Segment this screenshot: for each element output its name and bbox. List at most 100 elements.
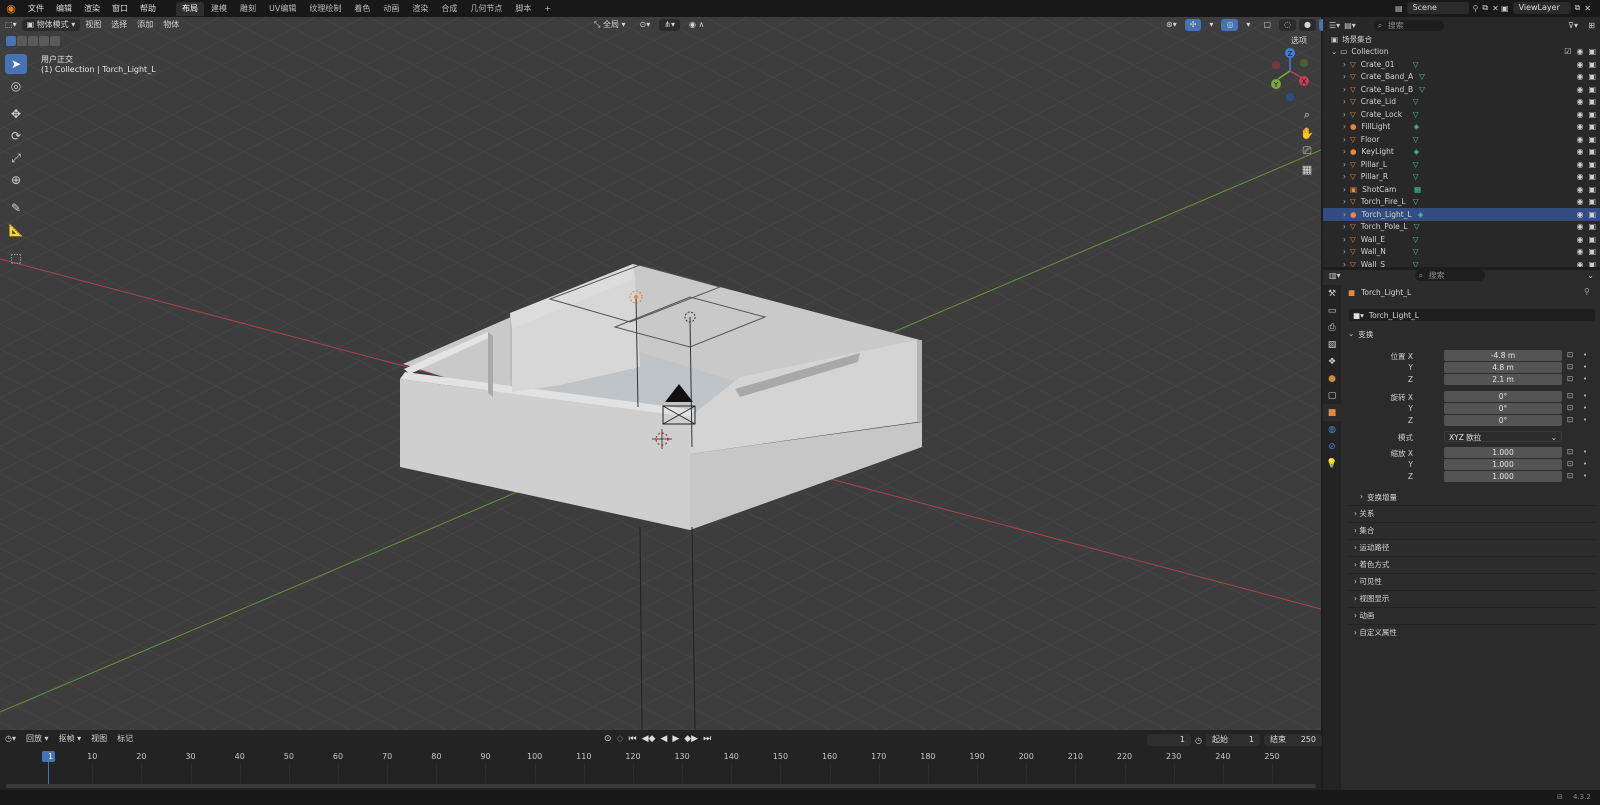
keyframe-dot-icon[interactable]: •: [1583, 375, 1587, 383]
keyframe-icon[interactable]: ◇: [617, 734, 624, 744]
outliner-item[interactable]: › ▽ Pillar_R ▽ ◉ ▣: [1323, 171, 1600, 184]
keyframe-dot-icon[interactable]: •: [1583, 363, 1587, 371]
eye-icon[interactable]: ◉: [1576, 147, 1583, 156]
scale-tool[interactable]: ⤢: [5, 148, 27, 168]
pan-button[interactable]: ✋: [1297, 124, 1317, 142]
lock-icon[interactable]: ⊡: [1567, 391, 1573, 400]
location-x-field[interactable]: -4.8 m: [1444, 350, 1562, 361]
eye-icon[interactable]: ◉: [1576, 222, 1583, 231]
play-reverse-icon[interactable]: ◀: [660, 734, 667, 744]
expand-arrow-icon[interactable]: ›: [1343, 60, 1346, 69]
expand-arrow-icon[interactable]: ›: [1343, 160, 1346, 169]
camera-render-icon[interactable]: ▣: [1588, 185, 1596, 194]
workspace-tab-geometry-nodes[interactable]: 几何节点: [464, 2, 508, 16]
pin-icon[interactable]: ⚲: [1473, 4, 1479, 13]
outliner-item[interactable]: › ▽ Torch_Fire_L ▽ ◉ ▣: [1323, 196, 1600, 209]
eye-icon[interactable]: ◉: [1576, 185, 1583, 194]
snap-toggle[interactable]: ⋔▾: [659, 19, 680, 31]
outliner-item[interactable]: › ▽ Crate_Lid ▽ ◉ ▣: [1323, 96, 1600, 109]
eye-icon[interactable]: ◉: [1576, 47, 1583, 56]
shading-wireframe[interactable]: ◌: [1279, 19, 1296, 31]
camera-render-icon[interactable]: ▣: [1588, 160, 1596, 169]
tool-tab[interactable]: ⚒: [1323, 285, 1341, 302]
expand-arrow-icon[interactable]: ›: [1343, 122, 1346, 131]
delta-transform-subpanel[interactable]: › 变换增量: [1360, 492, 1397, 503]
scale-y-field[interactable]: 1.000: [1444, 459, 1562, 470]
start-frame-field[interactable]: 起始 1: [1205, 734, 1260, 746]
eye-icon[interactable]: ◉: [1576, 197, 1583, 206]
scene-collection-row[interactable]: ▣ 场景集合: [1323, 33, 1600, 46]
delete-scene-icon[interactable]: ✕: [1492, 4, 1499, 13]
outliner-item[interactable]: › ▽ Wall_S ▽ ◉ ▣: [1323, 258, 1600, 267]
expand-arrow-icon[interactable]: ›: [1343, 97, 1346, 106]
keyframe-dot-icon[interactable]: •: [1583, 472, 1587, 480]
camera-render-icon[interactable]: ▣: [1588, 222, 1596, 231]
workspace-tab-animation[interactable]: 动画: [377, 2, 405, 16]
camera-render-icon[interactable]: ▣: [1588, 135, 1596, 144]
outliner-item[interactable]: › ▽ Crate_Band_B ▽ ◉ ▣: [1323, 83, 1600, 96]
expand-arrow-icon[interactable]: ›: [1343, 172, 1346, 181]
outliner-item[interactable]: › ▽ Crate_Lock ▽ ◉ ▣: [1323, 108, 1600, 121]
scene-tab[interactable]: ❖: [1323, 353, 1341, 370]
camera-render-icon[interactable]: ▣: [1588, 85, 1596, 94]
perspective-toggle-button[interactable]: ▦: [1297, 160, 1317, 178]
rotation-y-field[interactable]: 0°: [1444, 403, 1562, 414]
scale-z-field[interactable]: 1.000: [1444, 471, 1562, 482]
lock-icon[interactable]: ⊡: [1567, 447, 1573, 456]
expand-arrow-icon[interactable]: ⌄: [1331, 47, 1337, 56]
property-panel[interactable]: › 运动路径: [1348, 539, 1596, 554]
eye-icon[interactable]: ◉: [1576, 110, 1583, 119]
lock-icon[interactable]: ⊡: [1567, 350, 1573, 359]
object-datablock-field[interactable]: ■▾ Torch_Light_L: [1349, 309, 1595, 321]
data-tab[interactable]: 💡: [1323, 455, 1341, 472]
menu-edit[interactable]: 编辑: [50, 0, 78, 17]
properties-search-input[interactable]: ⌕ 搜索: [1414, 270, 1485, 281]
menu-render[interactable]: 渲染: [78, 0, 106, 17]
workspace-tab-shading[interactable]: 着色: [348, 2, 376, 16]
outliner-item[interactable]: › ▽ Crate_Band_A ▽ ◉ ▣: [1323, 71, 1600, 84]
expand-arrow-icon[interactable]: ›: [1343, 147, 1346, 156]
property-panel[interactable]: › 动画: [1348, 607, 1596, 622]
expand-arrow-icon[interactable]: ›: [1343, 72, 1346, 81]
visibility-dropdown[interactable]: ⊛▾: [1161, 19, 1182, 31]
delete-viewlayer-icon[interactable]: ✕: [1584, 4, 1591, 13]
collapse-arrow-icon[interactable]: ⌄: [1587, 271, 1594, 280]
outliner-item[interactable]: › ● FillLight ◈ ◉ ▣: [1323, 121, 1600, 134]
expand-arrow-icon[interactable]: ›: [1343, 185, 1346, 194]
display-mode-icon[interactable]: ▤▾: [1344, 21, 1356, 30]
add-workspace-button[interactable]: +: [538, 2, 557, 16]
viewlayer-name-field[interactable]: ViewLayer: [1512, 2, 1571, 14]
outliner-item[interactable]: › ▣ ShotCam ▦ ◉ ▣: [1323, 183, 1600, 196]
lock-icon[interactable]: ⊡: [1567, 415, 1573, 424]
expand-arrow-icon[interactable]: ›: [1343, 197, 1346, 206]
expand-arrow-icon[interactable]: ›: [1343, 110, 1346, 119]
outliner-item[interactable]: › ▽ Torch_Pole_L ▽ ◉ ▣: [1323, 221, 1600, 234]
pin-properties-icon[interactable]: ⚲: [1584, 287, 1590, 296]
outliner-item[interactable]: › ▽ Wall_N ▽ ◉ ▣: [1323, 246, 1600, 259]
eye-icon[interactable]: ◉: [1576, 260, 1583, 267]
current-frame-field[interactable]: 1: [1147, 734, 1191, 746]
workspace-tab-layout[interactable]: 布局: [176, 1, 204, 16]
eye-icon[interactable]: ◉: [1576, 247, 1583, 256]
play-icon[interactable]: ▶: [672, 734, 679, 744]
measure-tool[interactable]: 📐: [5, 220, 27, 240]
keyframe-dot-icon[interactable]: •: [1583, 404, 1587, 412]
prev-keyframe-icon[interactable]: ◀◆: [642, 734, 656, 744]
zoom-button[interactable]: ⌕: [1297, 106, 1317, 124]
menu-playback[interactable]: 回放 ▾: [21, 733, 54, 745]
menu-select[interactable]: 选择: [106, 19, 132, 31]
select-extend-icon[interactable]: [17, 36, 27, 46]
workspace-tab-compositing[interactable]: 合成: [435, 2, 463, 16]
outliner-editor-icon[interactable]: ☰▾: [1329, 21, 1340, 30]
keyframe-dot-icon[interactable]: •: [1583, 448, 1587, 456]
workspace-tab-scripting[interactable]: 脚本: [509, 2, 537, 16]
new-collection-icon[interactable]: ⊞: [1588, 21, 1595, 30]
outliner-item[interactable]: › ▽ Wall_E ▽ ◉ ▣: [1323, 233, 1600, 246]
property-panel[interactable]: › 着色方式: [1348, 556, 1596, 571]
eye-icon[interactable]: ◉: [1576, 97, 1583, 106]
options-dropdown[interactable]: 选项: [1286, 35, 1312, 47]
select-box-tool[interactable]: ➤: [5, 54, 27, 74]
eye-icon[interactable]: ◉: [1576, 85, 1583, 94]
annotate-tool[interactable]: ✎: [5, 198, 27, 218]
add-cube-tool[interactable]: ⬚: [5, 248, 27, 268]
